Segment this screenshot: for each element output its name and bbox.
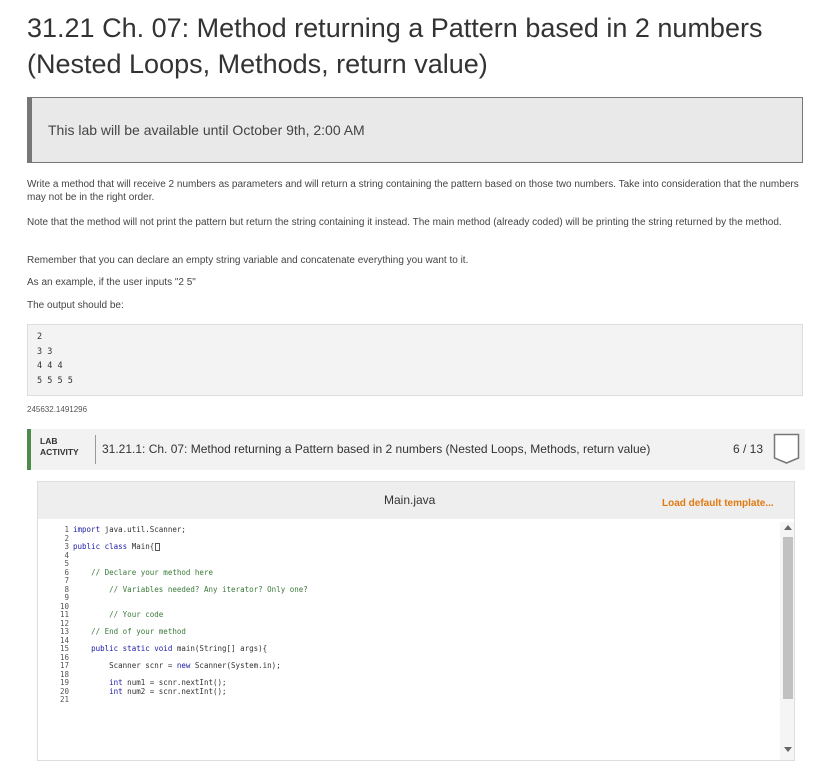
- code-line[interactable]: public static void main(String[] args){: [73, 644, 773, 654]
- page-title-line2: (Nested Loops, Methods, return value): [27, 49, 488, 79]
- code-text-area[interactable]: 1 2 3 4 5 6 7 8 9 10 11 12 13 14 15 16 17 18 19 20 21 import…: [45, 524, 783, 760]
- description-paragraph-4: As an example, if the user inputs "2 5": [27, 277, 196, 288]
- scroll-up-arrow-icon[interactable]: [784, 525, 792, 530]
- lab-score: 6 / 13: [733, 442, 764, 456]
- availability-notice-text: This lab will be available until October…: [48, 122, 365, 138]
- code-line[interactable]: // Variables needed? Any iterator? Only …: [73, 585, 773, 595]
- example-output-line: 5 5 5 5: [37, 375, 73, 386]
- code-line[interactable]: [73, 603, 773, 612]
- description-paragraph-3: Remember that you can declare an empty s…: [27, 255, 469, 266]
- line-number-gutter: 1 2 3 4 5 6 7 8 9 10 11 12 13 14 15 16 17 18 19 20 21: [45, 525, 69, 705]
- description-paragraph-2: Note that the method will not print the …: [27, 217, 782, 228]
- text-cursor: [155, 543, 161, 551]
- example-output-line: 4 4 4: [37, 361, 63, 371]
- editor-toolbar: Main.java Load default template...: [38, 482, 794, 519]
- example-output-line: 3 3: [37, 346, 53, 357]
- code-line[interactable]: Scanner scnr = new Scanner(System.in);: [73, 661, 773, 671]
- example-output-box: 2 3 3 4 4 4 5 5 5 5: [27, 324, 803, 396]
- code-line[interactable]: public class Main{: [73, 542, 773, 552]
- code-line[interactable]: [73, 594, 773, 603]
- lab-tag-line2: ACTIVITY: [40, 447, 79, 457]
- load-default-template-link[interactable]: Load default template...: [662, 498, 774, 509]
- ribbon-icon: [773, 433, 800, 464]
- lab-tag-line1: LAB: [40, 436, 58, 446]
- code-line[interactable]: [73, 535, 773, 544]
- page-title: 31.21 Ch. 07: Method returning a Pattern…: [27, 10, 817, 82]
- editor-scrollbar[interactable]: [780, 522, 794, 760]
- code-line[interactable]: [73, 696, 773, 705]
- code-line[interactable]: int num2 = scnr.nextInt();: [73, 687, 773, 697]
- code-line[interactable]: // Your code: [73, 610, 773, 620]
- code-line[interactable]: import java.util.Scanner;: [73, 525, 773, 535]
- lab-activity-header: LAB ACTIVITY 31.21.1: Ch. 07: Method ret…: [27, 429, 805, 470]
- code-line[interactable]: // Declare your method here: [73, 568, 773, 578]
- description-paragraph-1: Write a method that will receive 2 numbe…: [27, 179, 799, 203]
- scrollbar-thumb[interactable]: [783, 537, 793, 699]
- editor-filename: Main.java: [384, 493, 436, 507]
- page-title-line1: 31.21 Ch. 07: Method returning a Pattern…: [27, 13, 763, 43]
- code-line[interactable]: // End of your method: [73, 627, 773, 637]
- code-line[interactable]: [73, 552, 773, 561]
- code-editor: Main.java Load default template... 12345…: [37, 481, 795, 761]
- lab-activity-title: 31.21.1: Ch. 07: Method returning a Patt…: [102, 442, 651, 456]
- lab-header-divider: [95, 435, 96, 464]
- description-paragraph-5: The output should be:: [27, 300, 124, 311]
- code-lines[interactable]: import java.util.Scanner; public class Ma…: [73, 525, 773, 705]
- scroll-down-arrow-icon[interactable]: [784, 747, 792, 752]
- lab-id: 245632.1491296: [27, 405, 88, 414]
- availability-notice: This lab will be available until October…: [27, 97, 803, 163]
- example-output-line: 2: [37, 332, 43, 342]
- line-number: 21: [59, 695, 69, 704]
- lab-activity-tag: LAB ACTIVITY: [40, 436, 79, 458]
